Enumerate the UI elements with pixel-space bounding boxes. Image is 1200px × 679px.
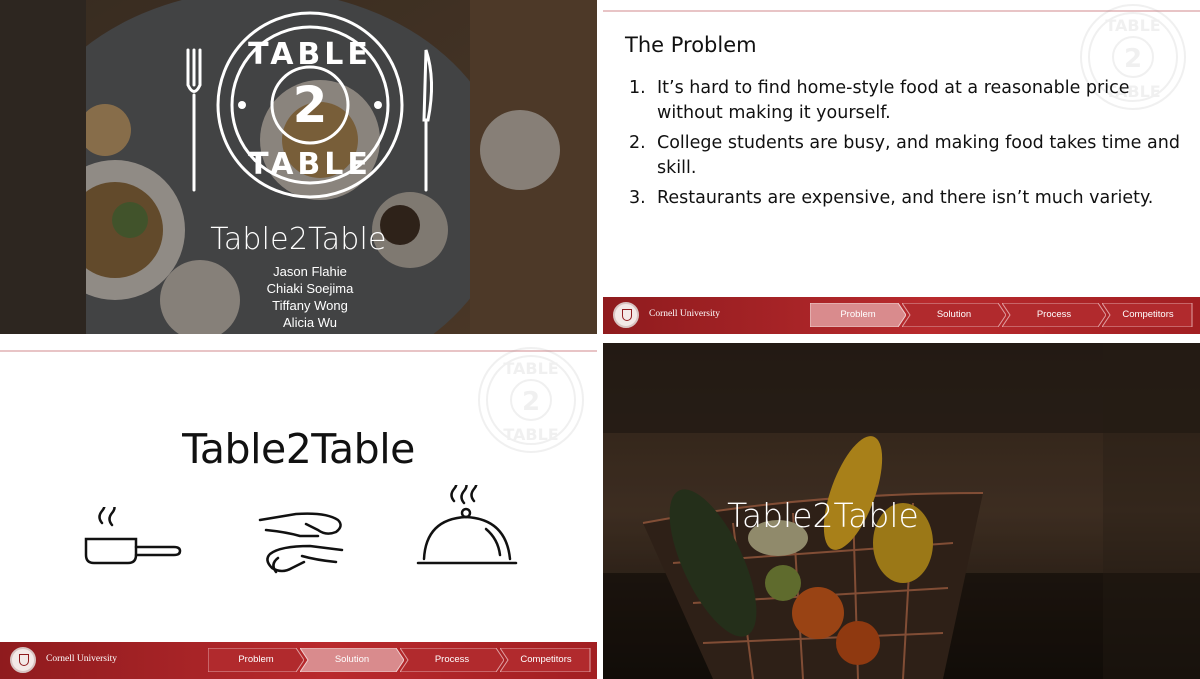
nav-tab-label: Solution: [936, 309, 972, 320]
author-name: Jason Flahie: [273, 264, 347, 279]
watermark-number: 2: [522, 387, 540, 417]
list-item-text: It’s hard to find home-style food at a r…: [657, 78, 1130, 123]
cornell-seal-icon: [10, 647, 36, 673]
list-item: 3. Restaurants are expensive, and there i…: [625, 186, 1195, 211]
logo-word-bottom: TABLE: [248, 147, 372, 182]
slide-title[interactable]: 2 TABLE TABLE Table2Table Jason Flahie C…: [0, 0, 597, 334]
hands-icon: [258, 512, 344, 574]
nav-tab-process[interactable]: Process: [1002, 303, 1106, 327]
list-number: 3.: [629, 188, 646, 208]
list-item: 1. It’s hard to find home-style food at a…: [625, 76, 1195, 126]
logo-number: 2: [293, 76, 328, 134]
watermark-word-top: TABLE: [1105, 16, 1160, 35]
author-name: Alicia Wu: [283, 315, 337, 330]
slide-footer: Cornell University Problem Solution Proc…: [603, 297, 1200, 334]
nav-tab-label: Problem: [840, 309, 876, 320]
nav-tab-competitors[interactable]: Competitors: [1102, 303, 1194, 327]
list-number: 2.: [629, 133, 646, 153]
logo-word-top: TABLE: [248, 37, 372, 72]
table2table-logo: 2 TABLE TABLE: [186, 11, 434, 199]
nav-tab-solution[interactable]: Solution: [902, 303, 1006, 327]
frying-pan-icon: [84, 507, 182, 565]
list-item: 2. College students are busy, and making …: [625, 131, 1195, 181]
list-number: 1.: [629, 78, 646, 98]
serving-cloche-icon: [416, 485, 518, 565]
nav-tab-problem[interactable]: Problem: [810, 303, 906, 327]
nav-tab-process[interactable]: Process: [400, 648, 504, 672]
slide-title-text: Table2Table: [727, 496, 919, 535]
list-item-text: College students are busy, and making fo…: [657, 133, 1180, 178]
watermark-number: 2: [1124, 44, 1142, 74]
slide-basket[interactable]: Table2Table: [603, 343, 1200, 679]
nav-tab-problem[interactable]: Problem: [208, 648, 304, 672]
slide-problem[interactable]: 2 TABLE TABLE The Problem 1. It’s hard to…: [603, 0, 1200, 334]
cornell-seal-icon: [613, 302, 639, 328]
slide-overview[interactable]: 2 TABLE TABLE Table2Table Cornell Univer…: [0, 345, 597, 679]
slide-heading: The Problem: [625, 33, 757, 57]
nav-tab-label: Process: [434, 654, 470, 665]
nav-tab-label: Competitors: [1122, 309, 1174, 320]
slide-footer: Cornell University Problem Solution Proc…: [0, 642, 597, 679]
nav-tab-solution[interactable]: Solution: [300, 648, 404, 672]
university-name: Cornell University: [46, 654, 117, 664]
author-list: Jason Flahie Chiaki Soejima Tiffany Wong…: [200, 263, 420, 331]
problem-list: 1. It’s hard to find home-style food at a…: [625, 76, 1195, 216]
slide-title-text: Table2Table: [210, 222, 387, 257]
nav-tab-label: Solution: [334, 654, 370, 665]
nav-tab-competitors[interactable]: Competitors: [500, 648, 592, 672]
watermark-word-top: TABLE: [503, 359, 558, 378]
university-name: Cornell University: [649, 309, 720, 319]
nav-tab-label: Process: [1036, 309, 1072, 320]
list-item-text: Restaurants are expensive, and there isn…: [657, 188, 1154, 208]
author-name: Tiffany Wong: [272, 298, 348, 313]
nav-tab-label: Problem: [238, 654, 274, 665]
nav-tab-label: Competitors: [520, 654, 572, 665]
author-name: Chiaki Soejima: [266, 281, 354, 296]
slide-title-text: Table2Table: [182, 425, 415, 473]
